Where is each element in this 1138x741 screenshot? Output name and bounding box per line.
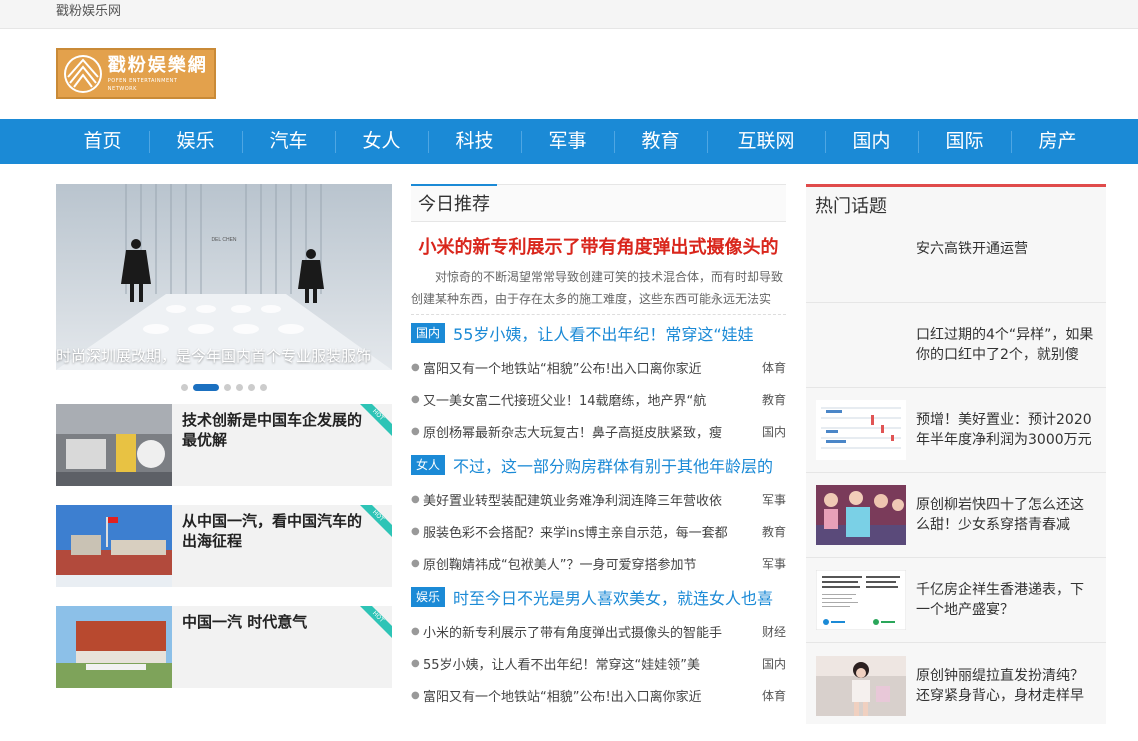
- site-name: 戳粉娱乐网: [56, 4, 122, 19]
- top-bar: 戳粉娱乐网: [0, 0, 1138, 29]
- bullet-icon: ●: [411, 425, 420, 437]
- topic-title[interactable]: 口红过期的4个“异样”，如果你的口红中了2个，就别傻: [916, 325, 1096, 365]
- hot-badge-icon: HOT: [360, 404, 392, 436]
- topic-item[interactable]: 安六高铁开通运营: [806, 227, 1106, 303]
- topic-title[interactable]: 原创钟丽缇拉直发扮清纯？还穿紧身背心，身材走样早: [916, 666, 1096, 706]
- topic-thumbnail: [816, 400, 906, 460]
- bullet-icon: ●: [411, 525, 420, 537]
- slider-dot[interactable]: [236, 383, 243, 391]
- nav-item-education[interactable]: 教育: [614, 119, 707, 164]
- bullet-icon: ●: [411, 393, 420, 405]
- nav-item-home[interactable]: 首页: [56, 119, 149, 164]
- left-column: DEL CHEN 时尚深圳展改期，是今年国内首个专业服装服饰 技术创新是中国车企…: [56, 184, 392, 707]
- card-title[interactable]: 技术创新是中国车企发展的最优解: [172, 404, 372, 486]
- section-headline-text[interactable]: 不过，这一部分购房群体有别于其他年龄层的: [453, 453, 773, 477]
- topic-item[interactable]: 原创柳岩快四十了怎么还这么甜！少女系穿搭青春减: [806, 473, 1106, 558]
- bullet-icon: ●: [411, 493, 420, 505]
- topic-thumbnail-empty: [816, 239, 906, 299]
- bullet-icon: ●: [411, 689, 420, 701]
- list-item[interactable]: ● 55岁小姨，让人看不出年纪！常穿这“娃娃领”美 国内: [411, 647, 786, 679]
- lead-article-summary: 对惊奇的不断渴望常常导致创建可笑的技术混合体，而有时却导致创建某种东西，由于存在…: [411, 270, 784, 306]
- list-item[interactable]: ● 富阳又有一个地铁站“相貌”公布!出入口离你家近 体育: [411, 351, 786, 383]
- list-item[interactable]: ● 服装色彩不会搭配？来学ins博主亲自示范，每一套都 教育: [411, 515, 786, 547]
- nav-item-tech[interactable]: 科技: [428, 119, 521, 164]
- card-thumbnail: [56, 505, 172, 587]
- main-nav: 首页 娱乐 汽车 女人 科技 军事 教育 互联网 国内 国际 房产: [0, 119, 1138, 164]
- lead-article-title[interactable]: 小米的新专利展示了带有角度弹出式摄像头的: [411, 236, 786, 260]
- slide-brand-text: DEL CHEN: [211, 237, 236, 243]
- nav-item-realestate[interactable]: 房产: [1011, 119, 1104, 164]
- hot-badge-icon: HOT: [360, 505, 392, 537]
- slider-dot[interactable]: [181, 383, 188, 391]
- logo-emblem-icon: [64, 54, 102, 93]
- feature-card[interactable]: 从中国一汽，看中国汽车的出海征程 HOT: [56, 505, 392, 587]
- recommend-header: 今日推荐: [411, 184, 786, 222]
- slider-dot[interactable]: [260, 383, 267, 391]
- nav-item-internet[interactable]: 互联网: [707, 119, 825, 164]
- list-item[interactable]: ● 富阳又有一个地铁站“相貌”公布!出入口离你家近 体育: [411, 679, 786, 711]
- section-headline[interactable]: 国内 55岁小姨，让人看不出年纪！常穿这“娃娃: [411, 315, 786, 351]
- feature-card[interactable]: 中国一汽 时代意气 HOT: [56, 606, 392, 688]
- topic-thumbnail: [816, 485, 906, 545]
- topic-title[interactable]: 原创柳岩快四十了怎么还这么甜！少女系穿搭青春减: [916, 495, 1096, 535]
- bullet-icon: ●: [411, 657, 420, 669]
- topic-title[interactable]: 预增！美好置业：预计2020年半年度净利润为3000万元: [916, 410, 1096, 450]
- card-thumbnail: [56, 404, 172, 486]
- middle-column: 今日推荐 小米的新专利展示了带有角度弹出式摄像头的 对惊奇的不断渴望常常导致创建…: [411, 184, 786, 711]
- logo-subtext: POFEN ENTERTAINMENT NETWORK: [107, 77, 178, 92]
- slide-caption[interactable]: 时尚深圳展改期，是今年国内首个专业服装服饰: [56, 342, 392, 370]
- list-item[interactable]: ● 原创杨幂最新杂志大玩复古！鼻子高挺皮肤紧致，瘦 国内: [411, 415, 786, 447]
- topic-title[interactable]: 千亿房企祥生香港递表，下一个地产盛宴？: [916, 580, 1096, 620]
- topic-title[interactable]: 安六高铁开通运营: [916, 239, 1028, 259]
- slider-dot[interactable]: [224, 383, 231, 391]
- category-tag[interactable]: 国内: [411, 323, 446, 343]
- hot-badge-icon: HOT: [360, 606, 392, 638]
- topic-thumbnail: [816, 570, 906, 630]
- section-headline-text[interactable]: 55岁小姨，让人看不出年纪！常穿这“娃娃: [453, 321, 754, 345]
- nav-item-women[interactable]: 女人: [335, 119, 428, 164]
- hot-topics-panel: 热门话题 安六高铁开通运营 口红过期的4个“异样”，如果你的口红中了2个，就别傻…: [806, 184, 1106, 724]
- section-headline-text[interactable]: 时至今日不光是男人喜欢美女，就连女人也喜: [453, 585, 773, 609]
- slider-dot-active[interactable]: [193, 383, 219, 391]
- header: 戳粉娱樂網 POFEN ENTERTAINMENT NETWORK: [0, 29, 1138, 119]
- bullet-icon: ●: [411, 557, 420, 569]
- list-item[interactable]: ● 美好置业转型装配建筑业务难净利润连降三年营收依 军事: [411, 483, 786, 515]
- nav-item-auto[interactable]: 汽车: [242, 119, 335, 164]
- section-headline[interactable]: 娱乐 时至今日不光是男人喜欢美女，就连女人也喜: [411, 579, 786, 615]
- logo-text: 戳粉娱樂網: [107, 54, 208, 76]
- topic-item[interactable]: 口红过期的4个“异样”，如果你的口红中了2个，就别傻: [806, 303, 1106, 388]
- slider-dot[interactable]: [248, 383, 255, 391]
- slider-pagination: [56, 370, 392, 404]
- topic-item[interactable]: 原创钟丽缇拉直发扮清纯？还穿紧身背心，身材走样早: [806, 643, 1106, 728]
- nav-item-entertainment[interactable]: 娱乐: [149, 119, 242, 164]
- bullet-icon: ●: [411, 361, 420, 373]
- topic-thumbnail-empty: [816, 315, 906, 375]
- section-headline[interactable]: 女人 不过，这一部分购房群体有别于其他年龄层的: [411, 447, 786, 483]
- card-title[interactable]: 从中国一汽，看中国汽车的出海征程: [172, 505, 372, 587]
- topic-item[interactable]: 千亿房企祥生香港递表，下一个地产盛宴？: [806, 558, 1106, 643]
- site-logo[interactable]: 戳粉娱樂網 POFEN ENTERTAINMENT NETWORK: [56, 48, 216, 99]
- card-title[interactable]: 中国一汽 时代意气: [172, 606, 372, 688]
- card-thumbnail: [56, 606, 172, 688]
- hot-topics-heading: 热门话题: [815, 196, 887, 217]
- recommend-heading: 今日推荐: [411, 184, 497, 221]
- list-item[interactable]: ● 又一美女富二代接班父业！14载磨练，地产界“航 教育: [411, 383, 786, 415]
- image-slider[interactable]: DEL CHEN 时尚深圳展改期，是今年国内首个专业服装服饰: [56, 184, 392, 370]
- nav-item-domestic[interactable]: 国内: [825, 119, 918, 164]
- category-tag[interactable]: 女人: [411, 455, 446, 475]
- feature-card[interactable]: 技术创新是中国车企发展的最优解 HOT: [56, 404, 392, 486]
- list-item[interactable]: ● 原创鞠婧祎成“包袱美人”？一身可爱穿搭参加节 军事: [411, 547, 786, 579]
- category-tag[interactable]: 娱乐: [411, 587, 446, 607]
- topic-thumbnail: [816, 655, 906, 716]
- list-item[interactable]: ● 小米的新专利展示了带有角度弹出式摄像头的智能手 财经: [411, 615, 786, 647]
- nav-item-military[interactable]: 军事: [521, 119, 614, 164]
- nav-item-international[interactable]: 国际: [918, 119, 1011, 164]
- bullet-icon: ●: [411, 625, 420, 637]
- topic-item[interactable]: 预增！美好置业：预计2020年半年度净利润为3000万元: [806, 388, 1106, 473]
